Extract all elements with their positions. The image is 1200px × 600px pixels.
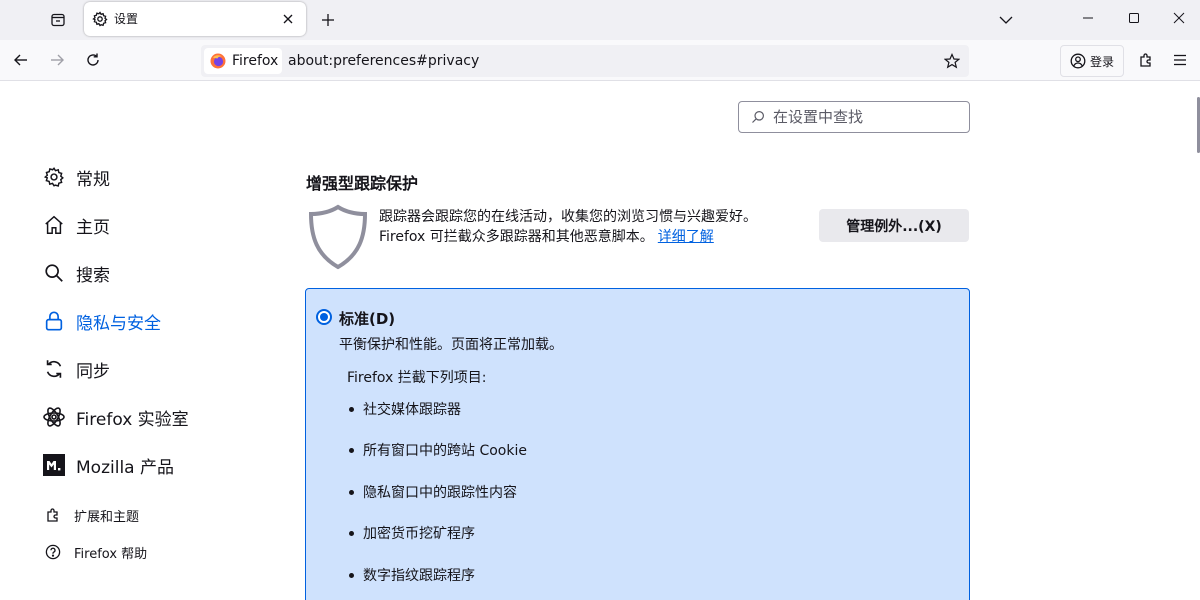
help-icon (44, 543, 62, 561)
category-privacy[interactable]: 隐私与安全 (42, 307, 161, 335)
back-button[interactable] (7, 46, 35, 74)
firefox-help-link[interactable]: Firefox 帮助 (44, 542, 147, 562)
forward-button[interactable] (43, 46, 71, 74)
list-item-label: 加密货币挖矿程序 (363, 526, 475, 542)
bullet (349, 489, 354, 495)
identity-label: Firefox (232, 53, 279, 69)
arrow-right-icon (51, 54, 64, 66)
hamburger-menu-icon (1174, 54, 1186, 66)
puzzle-icon (44, 506, 62, 524)
standard-description: 平衡保护和性能。页面将正常加载。 (339, 337, 563, 353)
firefox-logo-icon (210, 53, 226, 69)
maximize-button[interactable] (1111, 0, 1156, 36)
list-item-label: 所有窗口中的跨站 Cookie (363, 443, 527, 459)
identity-box[interactable]: Firefox (204, 48, 282, 74)
tab-settings[interactable]: 设置 (84, 2, 306, 36)
puzzle-icon (1140, 53, 1151, 67)
close-icon (1173, 12, 1184, 24)
sync-icon (42, 357, 66, 381)
url-bar[interactable]: Firefox about:preferences#privacy (201, 45, 969, 77)
plus-icon (322, 14, 334, 26)
navigation-toolbar: Firefox about:preferences#privacy 登录 (0, 40, 1200, 81)
extensions-themes-link[interactable]: 扩展和主题 (44, 505, 139, 525)
list-item: 社交媒体跟踪器 (349, 399, 461, 419)
category-label: 同步 (76, 361, 110, 382)
standard-protection-option[interactable]: 标准(D) 平衡保护和性能。页面将正常加载。 Firefox 拦截下列项目: 社… (305, 288, 970, 600)
category-label: Firefox 实验室 (76, 409, 189, 430)
description-text: Firefox 可拦截众多跟踪器和其他恶意脚本。 (379, 229, 654, 245)
list-item: 加密货币挖矿程序 (349, 523, 475, 543)
category-label: 隐私与安全 (76, 313, 161, 334)
list-item-label: 数字指纹跟踪程序 (363, 568, 475, 584)
new-tab-button[interactable] (314, 6, 342, 34)
tab-title: 设置 (114, 12, 139, 26)
mozilla-icon (42, 453, 66, 477)
blocks-heading: Firefox 拦截下列项目: (347, 370, 487, 386)
url-text[interactable]: about:preferences#privacy (288, 53, 479, 69)
settings-search-input[interactable] (773, 103, 963, 131)
shield-icon (308, 204, 368, 270)
tab-list-button[interactable] (44, 6, 72, 34)
category-mozilla-products[interactable]: Mozilla 产品 (42, 451, 174, 479)
home-icon (42, 213, 66, 237)
category-label: 常规 (76, 169, 110, 190)
lock-icon (42, 309, 66, 333)
bullet (349, 406, 354, 412)
description-line: 跟踪器会跟踪您的在线活动，收集您的浏览习惯与兴趣爱好。 (379, 209, 757, 225)
close-icon (283, 14, 293, 24)
category-label: 主页 (76, 217, 110, 238)
category-general[interactable]: 常规 (42, 163, 110, 191)
maximize-icon (1128, 13, 1139, 23)
gear-icon (92, 11, 108, 27)
tracking-description: 跟踪器会跟踪您的在线活动，收集您的浏览习惯与兴趣爱好。 Firefox 可拦截众… (379, 207, 757, 247)
bookmark-star-button[interactable] (941, 50, 963, 72)
scrollbar[interactable] (1196, 81, 1200, 600)
standard-radio[interactable] (316, 309, 332, 325)
category-label: Mozilla 产品 (76, 457, 174, 478)
manage-exceptions-button[interactable]: 管理例外...(X) (819, 209, 969, 242)
account-signin-button[interactable]: 登录 (1060, 45, 1124, 77)
minimize-button[interactable] (1065, 0, 1110, 36)
section-title: 增强型跟踪保护 (306, 174, 419, 193)
reload-icon (87, 53, 99, 66)
search-icon (42, 261, 66, 285)
category-sync[interactable]: 同步 (42, 355, 110, 383)
gear-icon (42, 165, 66, 189)
search-icon (752, 111, 764, 123)
extensions-button[interactable] (1132, 46, 1160, 74)
list-item: 数字指纹跟踪程序 (349, 565, 475, 585)
tab-close-button[interactable] (278, 9, 298, 29)
preferences-content: 常规 主页 搜索 隐私与安全 (0, 81, 1200, 600)
arrow-left-icon (14, 54, 27, 66)
flask-icon (42, 405, 66, 429)
description-line-2: Firefox 可拦截众多跟踪器和其他恶意脚本。 详细了解 (379, 227, 757, 247)
list-all-tabs-button[interactable] (992, 6, 1020, 34)
bullet (349, 447, 354, 453)
bullet (349, 530, 354, 536)
bullet (349, 572, 354, 578)
account-icon (1070, 53, 1086, 69)
star-icon (944, 53, 960, 69)
subcategory-label: 扩展和主题 (74, 509, 140, 525)
settings-search-box[interactable] (738, 101, 970, 133)
standard-label: 标准(D) (339, 310, 396, 328)
list-item: 所有窗口中的跨站 Cookie (349, 440, 527, 460)
category-home[interactable]: 主页 (42, 211, 110, 239)
category-firefox-labs[interactable]: Firefox 实验室 (42, 403, 189, 431)
list-item: 隐私窗口中的跟踪性内容 (349, 482, 517, 502)
signin-label: 登录 (1089, 54, 1114, 69)
tab-strip: 设置 (0, 0, 1200, 40)
list-item-label: 隐私窗口中的跟踪性内容 (363, 485, 517, 501)
category-search[interactable]: 搜索 (42, 259, 110, 287)
window-close-button[interactable] (1156, 0, 1200, 36)
chevron-down-icon (999, 16, 1013, 24)
app-menu-button[interactable] (1166, 46, 1194, 74)
category-label: 搜索 (76, 265, 110, 286)
subcategory-label: Firefox 帮助 (74, 546, 148, 562)
list-item-label: 社交媒体跟踪器 (363, 402, 461, 418)
reload-button[interactable] (79, 46, 107, 74)
minimize-icon (1082, 17, 1093, 19)
learn-more-link[interactable]: 详细了解 (658, 229, 714, 245)
tab-list-icon (51, 13, 65, 27)
